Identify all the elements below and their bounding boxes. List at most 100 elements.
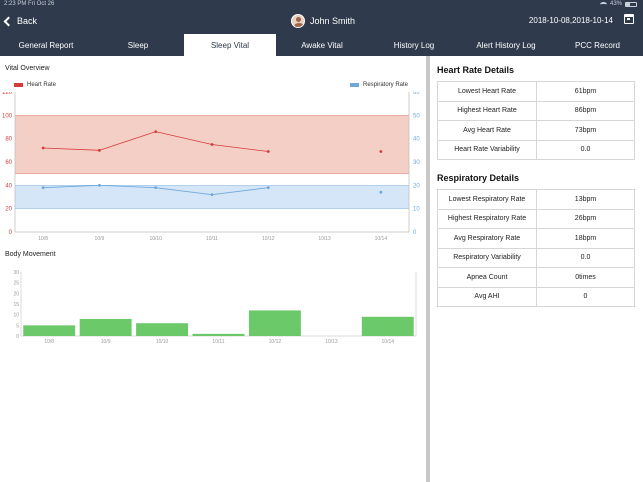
table-row: Lowest Heart Rate 61bpm: [437, 81, 635, 102]
tab-alert-history-log[interactable]: Alert History Log: [460, 34, 552, 56]
y-right-tick-label: 40: [413, 137, 420, 143]
y-left-tick-label: 20: [5, 207, 12, 213]
body-movement-title: Body Movement: [5, 251, 56, 258]
details-panel: Heart Rate Details Lowest Heart Rate 61bp…: [430, 56, 643, 482]
table-row: Respiratory Variability 0.0: [437, 247, 635, 268]
x-tick-label: 10/14: [382, 339, 395, 345]
back-button[interactable]: Back: [3, 14, 38, 28]
table-row: Avg Heart Rate 73bpm: [437, 120, 635, 141]
tab-label: Sleep Vital: [210, 40, 250, 50]
y-left-tick-label: 100: [2, 113, 13, 119]
heart-data-point: [41, 146, 45, 150]
x-tick-label: 10/10: [156, 339, 169, 345]
tab-awake-vital[interactable]: Awake Vital: [276, 34, 368, 56]
x-tick-label: 10/10: [149, 236, 162, 242]
row-label: Avg Respiratory Rate: [437, 228, 537, 249]
date-range[interactable]: 2018-10-08,2018-10-14: [529, 16, 613, 25]
legend-heart-rate: Heart Rate: [14, 82, 56, 88]
y-tick-label: 15: [13, 302, 19, 308]
tab-sleep-vital[interactable]: Sleep Vital: [184, 34, 276, 56]
y-right-tick-label: 0: [413, 230, 417, 236]
y-left-tick-label: 120: [2, 92, 13, 96]
y-right-tick-label: 20: [413, 183, 420, 189]
movement-bar: [361, 316, 414, 336]
y-tick-label: 30: [13, 270, 19, 276]
avatar: [291, 14, 305, 28]
resp-data-point: [266, 186, 270, 190]
x-tick-label: 10/14: [375, 236, 388, 242]
heart-rate-details-title: Heart Rate Details: [437, 65, 515, 75]
vital-overview-chart: 0 20 40 60 80 100 120 0 10 20 30 40 50 60 10/8 10/9 10/1…: [2, 92, 420, 242]
resp-data-point: [98, 183, 101, 187]
legend-swatch-heart: [14, 83, 23, 87]
vital-overview-title: Vital Overview: [5, 65, 50, 72]
y-right-tick-label: 10: [413, 207, 420, 213]
row-value: 0: [536, 286, 635, 307]
tab-general-report[interactable]: General Report: [0, 34, 92, 56]
x-tick-label: 10/13: [318, 236, 331, 242]
row-label: Highest Respiratory Rate: [437, 208, 537, 229]
heart-rate-table: Lowest Heart Rate 61bpm Highest Heart Rat…: [437, 81, 635, 160]
back-label: Back: [17, 16, 38, 26]
resp-normal-band: [15, 185, 409, 209]
battery-percent: 43%: [609, 1, 622, 7]
row-label: Heart Rate Variability: [437, 139, 537, 160]
table-row: Lowest Respiratory Rate 13bpm: [437, 189, 635, 210]
row-label: Apnea Count: [437, 267, 537, 288]
legend-label: Respiratory Rate: [363, 82, 409, 88]
table-row: Avg Respiratory Rate 18bpm: [437, 228, 635, 249]
y-tick-label: 10: [13, 313, 19, 319]
row-label: Avg AHI: [437, 286, 537, 307]
tab-sleep[interactable]: Sleep: [92, 34, 184, 56]
x-tick-label: 10/12: [269, 339, 282, 345]
table-row: Highest Respiratory Rate 26bpm: [437, 208, 635, 229]
movement-bar: [79, 318, 132, 336]
y-left-tick-label: 0: [9, 230, 13, 236]
status-bar: 2:23 PM Fri Oct 26 43%: [0, 0, 643, 9]
tab-bar: General Report Sleep Sleep Vital Awake V…: [0, 34, 643, 56]
heart-data-point: [98, 148, 101, 152]
calendar-icon[interactable]: [624, 14, 634, 24]
legend-label: Heart Rate: [27, 82, 57, 88]
tab-pcc-record[interactable]: PCC Record: [552, 34, 643, 56]
heart-data-point: [210, 143, 214, 146]
x-tick-label: 10/8: [38, 236, 48, 242]
respiratory-details-title: Respiratory Details: [437, 173, 520, 183]
y-tick-label: 5: [16, 323, 19, 329]
movement-bar: [192, 333, 245, 336]
y-tick-label: 0: [16, 334, 19, 340]
resp-data-point: [154, 186, 158, 190]
y-left-tick-label: 80: [5, 137, 12, 143]
heart-data-point: [379, 150, 383, 153]
user-info: John Smith: [291, 13, 355, 29]
tab-label: History Log: [393, 40, 435, 50]
movement-bar: [136, 323, 189, 336]
row-label: Highest Heart Rate: [437, 100, 537, 121]
row-label: Respiratory Variability: [437, 247, 537, 268]
top-bar: 2:23 PM Fri Oct 26 43% Back John Smith 2…: [0, 0, 643, 56]
table-row: Apnea Count 0times: [437, 267, 635, 288]
tab-label: Awake Vital: [301, 40, 343, 50]
tab-label: General Report: [18, 40, 74, 50]
battery-icon: [625, 1, 637, 7]
resp-data-point: [210, 193, 214, 197]
x-tick-label: 10/13: [325, 339, 338, 345]
legend-swatch-resp: [350, 83, 359, 87]
charts-panel: Vital Overview Heart Rate Respiratory Ra…: [0, 56, 426, 482]
body-movement-chart: 0 5 10 15 20 25 30 10/8 10/9 10/10 10/11 10/12 10/13…: [13, 270, 417, 345]
chevron-left-icon: [3, 16, 14, 26]
x-tick-label: 10/12: [262, 236, 275, 242]
y-right-tick-label: 50: [413, 113, 420, 119]
status-indicators: 43%: [599, 1, 637, 7]
row-value: 0.0: [536, 139, 635, 160]
x-tick-label: 10/11: [206, 236, 218, 242]
respiratory-table: Lowest Respiratory Rate 13bpm Highest Res…: [437, 189, 635, 307]
row-value: 0.0: [536, 247, 635, 268]
table-row: Heart Rate Variability 0.0: [437, 139, 635, 160]
heart-data-point: [266, 150, 270, 153]
tab-history-log[interactable]: History Log: [368, 34, 460, 56]
y-left-tick-label: 60: [5, 160, 12, 166]
resp-data-point: [41, 186, 45, 190]
heart-data-point: [154, 130, 158, 134]
tab-label: Sleep: [127, 40, 149, 50]
